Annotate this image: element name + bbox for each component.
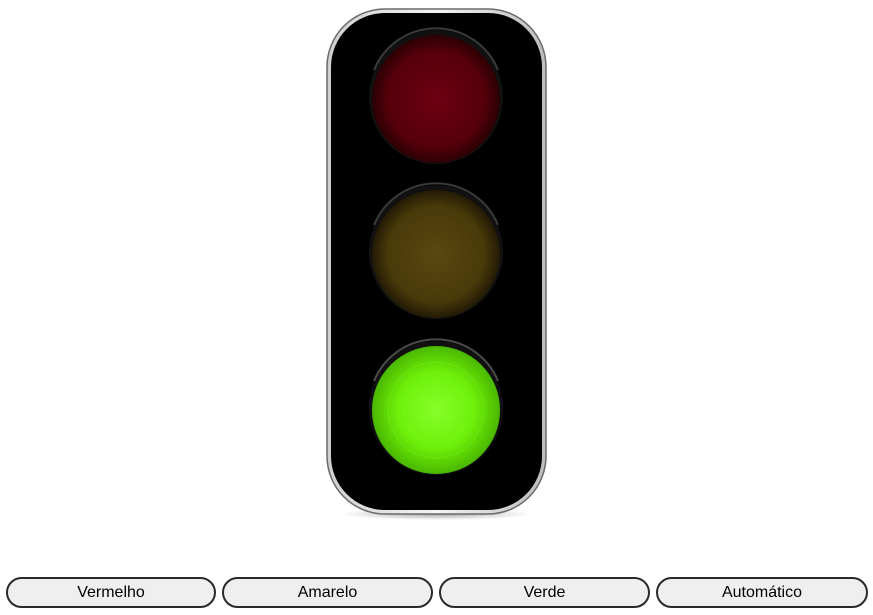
green-lamp [369, 338, 503, 475]
control-buttons: Vermelho Amarelo Verde Automático [6, 577, 870, 608]
automatic-button[interactable]: Automático [656, 577, 868, 608]
red-lamp [369, 27, 503, 164]
traffic-light-graphic [326, 8, 547, 520]
traffic-light [326, 8, 547, 520]
page: Vermelho Amarelo Verde Automático [0, 0, 873, 615]
green-button[interactable]: Verde [439, 577, 650, 608]
red-button[interactable]: Vermelho [6, 577, 216, 608]
yellow-button[interactable]: Amarelo [222, 577, 433, 608]
yellow-lamp [369, 182, 503, 319]
